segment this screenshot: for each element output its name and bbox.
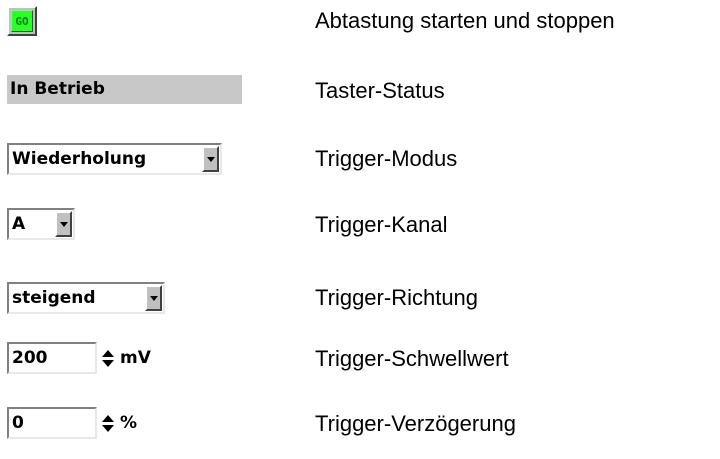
- delay-input[interactable]: 0: [7, 407, 97, 439]
- threshold-value: 200: [12, 348, 48, 368]
- threshold-input[interactable]: 200: [7, 342, 97, 374]
- trigger-channel-value: A: [12, 214, 26, 234]
- go-button[interactable]: GO: [7, 6, 37, 36]
- trigger-direction-dropdown[interactable]: steigend: [7, 282, 165, 314]
- description-trigger-channel: Trigger-Kanal: [315, 212, 448, 237]
- arrow-down-icon[interactable]: [102, 424, 114, 432]
- arrow-up-icon[interactable]: [102, 349, 114, 357]
- description-delay: Trigger-Verzögerung: [315, 411, 516, 436]
- trigger-channel-dropdown[interactable]: A: [7, 208, 75, 240]
- arrow-up-icon[interactable]: [102, 414, 114, 422]
- description-status: Taster-Status: [315, 78, 445, 103]
- trigger-mode-dropdown-button[interactable]: [202, 146, 219, 172]
- trigger-direction-dropdown-button[interactable]: [145, 285, 162, 311]
- threshold-unit: mV: [120, 348, 151, 368]
- trigger-mode-dropdown[interactable]: Wiederholung: [7, 143, 222, 175]
- status-panel: In Betrieb: [7, 75, 242, 104]
- trigger-channel-dropdown-button[interactable]: [55, 211, 72, 237]
- arrow-down-icon[interactable]: [102, 359, 114, 367]
- chevron-down-icon: [59, 221, 68, 227]
- description-start-stop: Abtastung starten und stoppen: [315, 8, 615, 33]
- description-trigger-mode: Trigger-Modus: [315, 146, 458, 171]
- description-trigger-direction: Trigger-Richtung: [315, 285, 479, 310]
- trigger-direction-value: steigend: [12, 288, 96, 308]
- trigger-mode-value: Wiederholung: [12, 149, 147, 169]
- delay-unit: %: [120, 413, 138, 433]
- threshold-spinner[interactable]: [101, 343, 115, 373]
- chevron-down-icon: [206, 156, 215, 162]
- description-threshold: Trigger-Schwellwert: [315, 346, 509, 371]
- chevron-down-icon: [149, 295, 158, 301]
- go-button-label: GO: [11, 10, 33, 32]
- delay-value: 0: [12, 413, 24, 433]
- status-text: In Betrieb: [10, 79, 105, 99]
- delay-spinner[interactable]: [101, 408, 115, 438]
